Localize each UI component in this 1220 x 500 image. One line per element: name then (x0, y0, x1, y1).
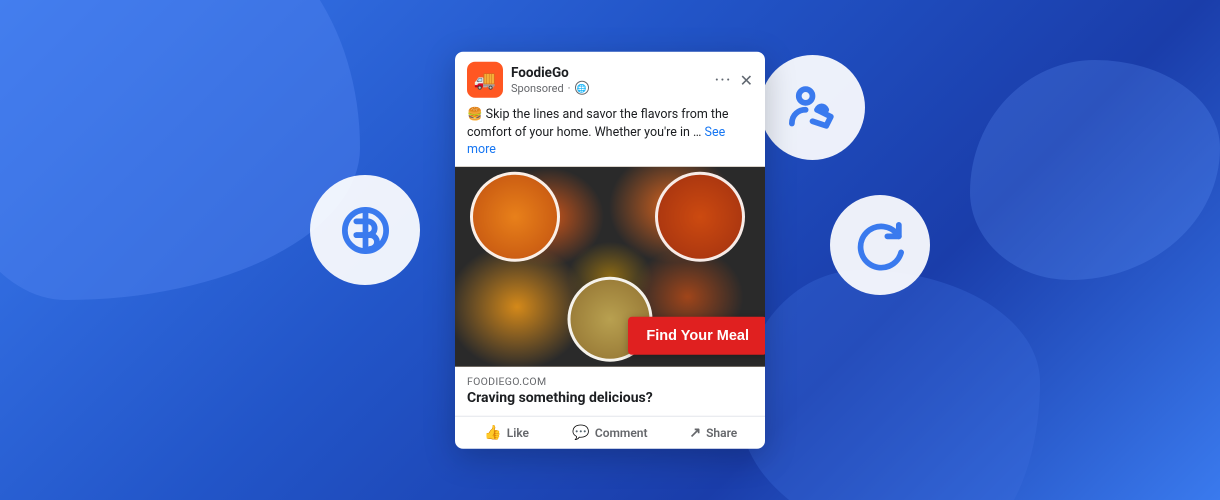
sponsored-globe-icon: 🌐 (575, 81, 589, 95)
dollar-icon-circle (310, 175, 420, 285)
comment-button[interactable]: 💬 Comment (558, 416, 661, 448)
comment-icon: 💬 (572, 424, 589, 440)
header-actions: ··· ✕ (714, 69, 753, 90)
like-icon: 👍 (484, 424, 501, 440)
brand-avatar: 🚚 (467, 62, 503, 98)
person-icon-circle (760, 55, 865, 160)
food-plate-2 (655, 171, 745, 261)
website-url: foodiego.com (467, 374, 753, 387)
sponsored-label: Sponsored (511, 81, 564, 94)
post-body-text: 🍔 Skip the lines and savor the flavors f… (467, 107, 729, 140)
more-options-button[interactable]: ··· (714, 69, 731, 90)
close-button[interactable]: ✕ (740, 70, 753, 89)
brand-name: FoodieGo (511, 65, 706, 81)
person-hand-icon (785, 80, 840, 135)
find-meal-button[interactable]: Find Your Meal (628, 316, 765, 354)
sponsored-row: Sponsored · 🌐 (511, 81, 706, 95)
share-icon: ↗ (689, 424, 701, 440)
refresh-icon-circle (830, 195, 930, 295)
share-button[interactable]: ↗ Share (662, 416, 765, 448)
card-header: 🚚 FoodieGo Sponsored · 🌐 ··· ✕ (455, 52, 765, 104)
food-plate-1 (470, 171, 560, 261)
card-actions: 👍 Like 💬 Comment ↗ Share (455, 415, 765, 448)
header-text: FoodieGo Sponsored · 🌐 (511, 65, 706, 95)
bg-blob-1 (0, 0, 360, 300)
dollar-sign-icon (338, 203, 393, 258)
card-info: foodiego.com Craving something delicious… (455, 366, 765, 409)
bg-blob-2 (740, 270, 1040, 500)
comment-label: Comment (595, 425, 648, 439)
like-label: Like (507, 425, 529, 439)
food-image: Find Your Meal (455, 166, 765, 366)
globe-icon: · (568, 81, 571, 94)
card-title: Craving something delicious? (467, 389, 753, 405)
post-text: 🍔 Skip the lines and savor the flavors f… (455, 104, 765, 167)
refresh-icon (853, 218, 908, 273)
bg-blob-3 (970, 60, 1220, 280)
facebook-ad-card: 🚚 FoodieGo Sponsored · 🌐 ··· ✕ 🍔 Skip th… (455, 52, 765, 449)
like-button[interactable]: 👍 Like (455, 416, 558, 448)
share-label: Share (706, 425, 737, 439)
